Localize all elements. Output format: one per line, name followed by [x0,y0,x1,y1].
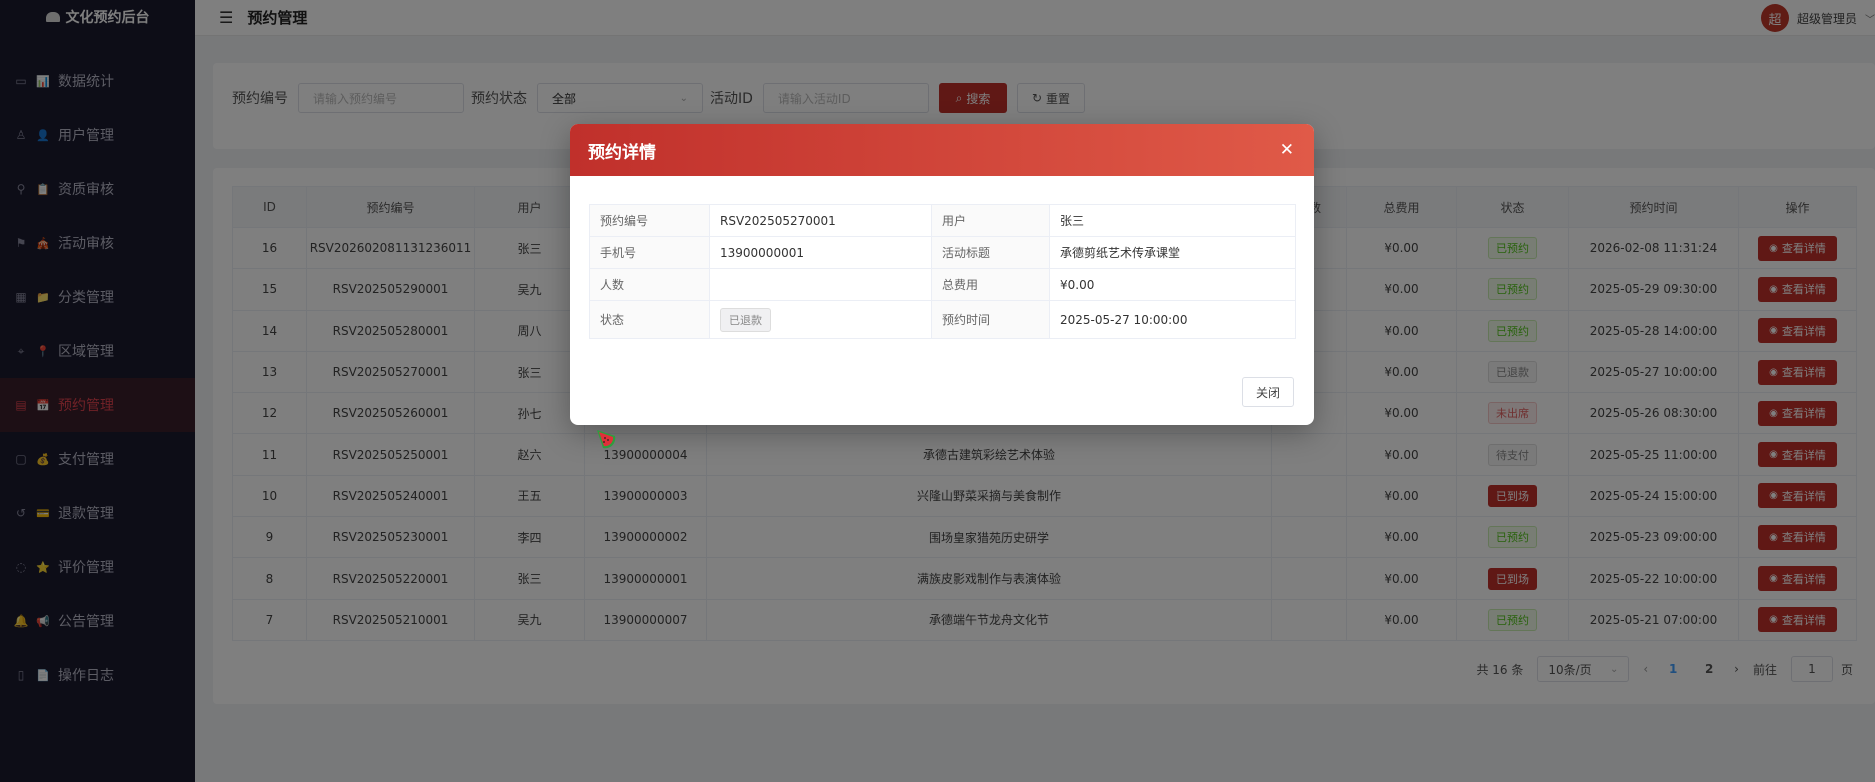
dialog-title: 预约详情 [588,142,656,163]
detail-code-value: RSV202505270001 [709,204,932,237]
detail-row: 人数 总费用 ¥0.00 [589,268,1296,301]
detail-phone-label: 手机号 [589,236,710,269]
close-button[interactable]: 关闭 [1242,377,1294,407]
detail-count-value [709,268,932,301]
detail-status-label: 状态 [589,300,710,339]
detail-title-label: 活动标题 [931,236,1050,269]
detail-descriptions: 预约编号 RSV202505270001 用户 张三 手机号 139000000… [589,204,1296,339]
detail-phone-value: 13900000001 [709,236,932,269]
dialog-header: 预约详情 ✕ [570,124,1314,176]
detail-title-value: 承德剪纸艺术传承课堂 [1049,236,1296,269]
detail-user-value: 张三 [1049,204,1296,237]
detail-user-label: 用户 [931,204,1050,237]
detail-code-label: 预约编号 [589,204,710,237]
detail-time-value: 2025-05-27 10:00:00 [1049,300,1296,339]
detail-row: 状态 已退款 预约时间 2025-05-27 10:00:00 [589,300,1296,339]
detail-count-label: 人数 [589,268,710,301]
detail-row: 手机号 13900000001 活动标题 承德剪纸艺术传承课堂 [589,236,1296,269]
detail-fee-value: ¥0.00 [1049,268,1296,301]
status-badge: 已退款 [720,307,771,332]
reservation-detail-dialog: 预约详情 ✕ 预约编号 RSV202505270001 用户 张三 手机号 13… [570,124,1314,425]
detail-time-label: 预约时间 [931,300,1050,339]
detail-fee-label: 总费用 [931,268,1050,301]
close-icon[interactable]: ✕ [1280,140,1294,160]
detail-row: 预约编号 RSV202505270001 用户 张三 [589,204,1296,237]
watermelon-cursor-icon [597,430,616,449]
detail-status-cell: 已退款 [709,300,932,339]
